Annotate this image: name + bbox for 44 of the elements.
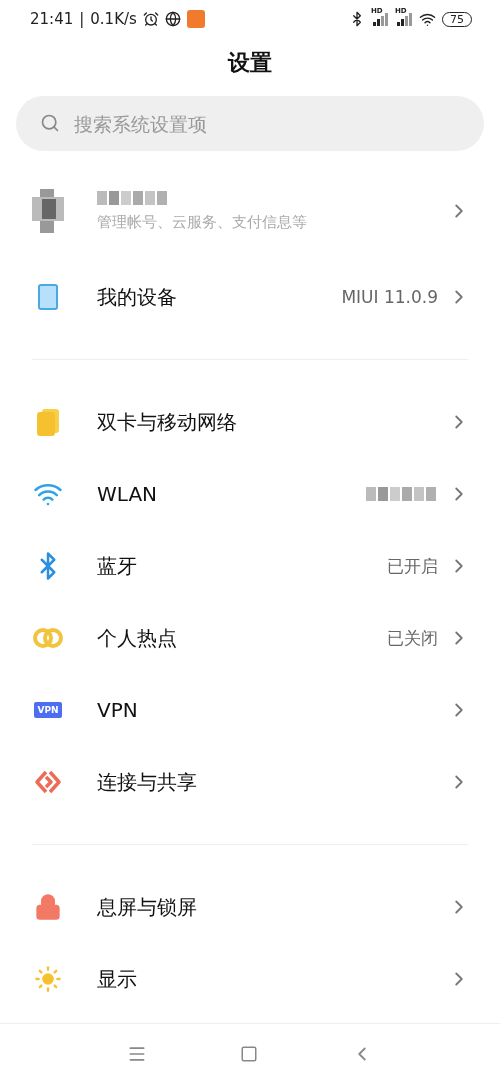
app-notification-icon [186, 10, 205, 28]
blurred-account-name [97, 190, 167, 205]
vpn-badge: VPN [34, 702, 62, 718]
settings-item[interactable]: 显示 [0, 943, 500, 1015]
settings-item[interactable]: 个人热点 已关闭 [0, 602, 500, 674]
square-icon [240, 1045, 258, 1063]
avatar-icon [32, 189, 64, 233]
item-label: 蓝牙 [97, 552, 138, 580]
item-label: 连接与共享 [97, 768, 198, 796]
search-field[interactable]: 搜索系统设置项 [16, 96, 484, 151]
search-icon [40, 113, 60, 133]
linked-rings-icon [33, 627, 63, 649]
settings-item[interactable]: VPN VPN [0, 674, 500, 746]
settings-item[interactable]: 息屏与锁屏 [0, 871, 500, 943]
signal-icon [395, 12, 413, 26]
item-value: MIUI 11.0.9 [341, 287, 438, 307]
network-speed: 0.1K/s [90, 10, 137, 28]
settings-item[interactable]: WLAN [0, 458, 500, 530]
settings-item[interactable]: 连接与共享 [0, 746, 500, 818]
tablet-icon [38, 284, 58, 310]
globe-icon [164, 11, 181, 27]
lock-icon [34, 893, 62, 921]
item-label: WLAN [97, 482, 159, 506]
item-label: 我的设备 [97, 283, 178, 311]
settings-item[interactable]: 我的设备 MIUI 11.0.9 [0, 261, 500, 333]
item-label: 双卡与移动网络 [97, 408, 238, 436]
settings-item[interactable]: 蓝牙 已开启 [0, 530, 500, 602]
item-label: 个人热点 [97, 624, 178, 652]
status-separator: | [79, 10, 85, 28]
item-label: 息屏与锁屏 [97, 893, 198, 921]
item-label: VPN [97, 698, 139, 722]
settings-item[interactable]: 双卡与移动网络 [0, 386, 500, 458]
item-label: 显示 [97, 965, 138, 993]
alarm-icon [142, 11, 159, 27]
menu-icon [127, 1044, 147, 1064]
account-subtitle: 管理帐号、云服务、支付信息等 [97, 212, 308, 232]
signal-icon [371, 12, 389, 26]
page-title: 设置 [226, 49, 273, 77]
sim-cards-icon [36, 408, 60, 436]
item-value: 已关闭 [387, 626, 438, 650]
status-time: 21:41 [30, 10, 74, 28]
item-value: 已开启 [387, 554, 438, 578]
sun-icon [34, 965, 62, 993]
share-arrows-icon [34, 768, 62, 796]
